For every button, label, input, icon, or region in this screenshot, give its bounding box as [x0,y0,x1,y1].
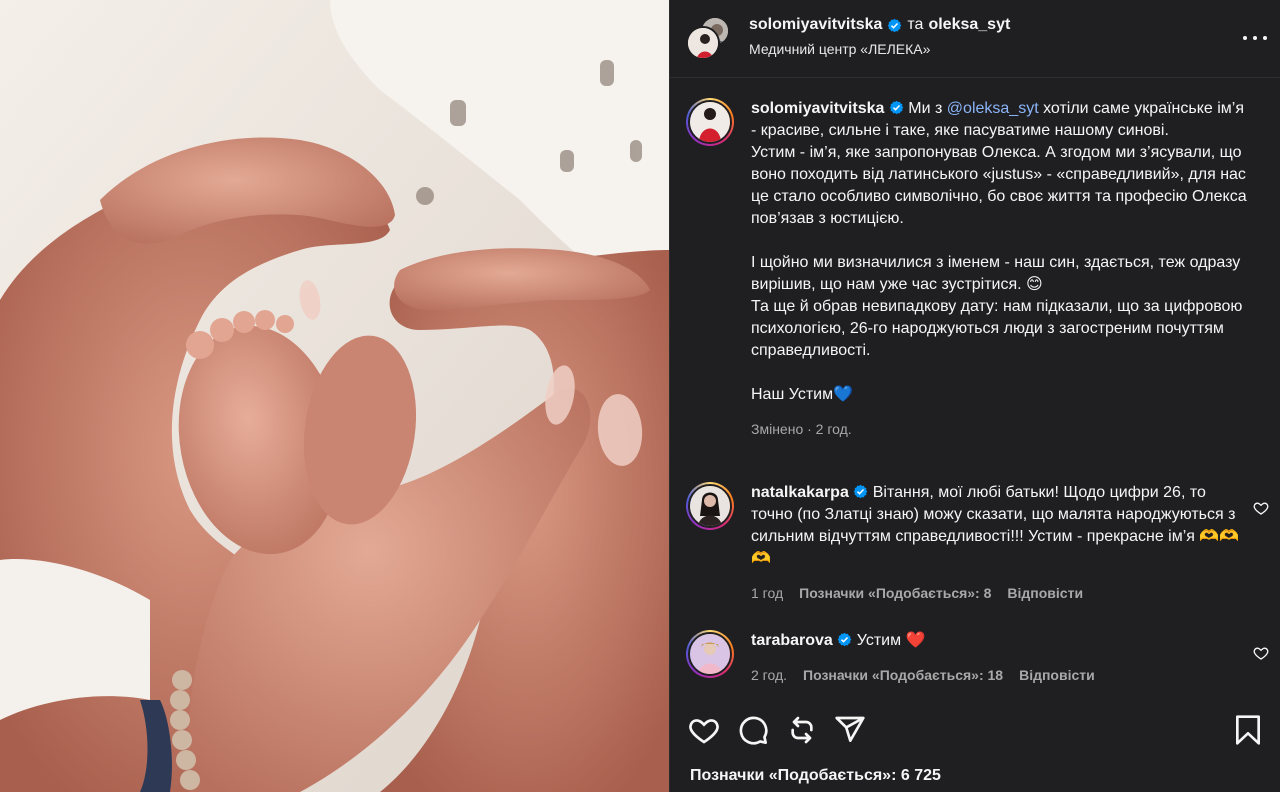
reply-button[interactable]: Відповісти [1007,582,1083,604]
caption-username[interactable]: solomiyavitvitska [751,100,884,117]
comment-body: Устим ❤️ [852,632,926,649]
comment-like-heart-icon[interactable] [1253,645,1269,661]
comment-avatar[interactable] [686,630,734,678]
verified-badge-icon [854,484,868,499]
comment-icon[interactable] [737,714,769,746]
post-header: solomiyavitvitska та oleksa_syt Медичний… [670,0,1280,78]
likes-count[interactable]: Позначки «Подобається»: 6 725 [690,767,941,785]
caption-paragraph-5: Наш Устим💙 [751,386,854,403]
comment-username[interactable]: natalkakarpa [751,484,849,501]
header-username-1[interactable]: solomiyavitvitska [749,16,882,34]
comment-username[interactable]: tarabarova [751,632,833,649]
avatar-solomiyavitvitska[interactable] [686,26,720,60]
comment-likes[interactable]: Позначки «Подобається»: 18 [803,664,1003,686]
more-options-icon[interactable] [1243,28,1267,48]
comment-likes[interactable]: Позначки «Подобається»: 8 [799,582,991,604]
heart-icon[interactable] [688,714,720,746]
verified-badge-icon [888,18,902,32]
caption-paragraph-4: Та ще й обрав невипадкову дату: нам підк… [751,298,1243,359]
caption-text-start: Ми з [903,100,947,117]
bookmark-icon[interactable] [1232,714,1264,746]
caption-paragraph-3: І щойно ми визначилися з іменем - наш си… [751,254,1241,293]
action-bar [670,714,1280,754]
share-icon[interactable] [834,714,866,746]
post-side-panel: solomiyavitvitska та oleksa_syt Медичний… [669,0,1280,792]
location-link[interactable]: Медичний центр «ЛЕЛЕКА» [749,41,930,57]
comment-time: 2 год. [751,667,788,683]
collab-avatars[interactable] [686,16,730,60]
comment-text: tarabarova Устим ❤️ 2 год. Позначки «Под… [751,630,1251,686]
baby-feet-hands-photo [0,0,669,792]
comment-like-heart-icon[interactable] [1253,500,1269,516]
reply-button[interactable]: Відповісти [1019,664,1095,686]
repost-icon[interactable] [786,714,818,746]
post-viewer: solomiyavitvitska та oleksa_syt Медичний… [0,0,1280,792]
header-usernames: solomiyavitvitska та oleksa_syt [749,16,1010,34]
post-photo[interactable] [0,0,669,792]
comment-time: 1 год [751,585,784,601]
header-username-2[interactable]: oleksa_syt [928,16,1010,34]
mention-link[interactable]: @oleksa_syt [947,100,1039,117]
caption-edited-time: Змінено · 2 год. [751,421,852,437]
caption-paragraph-2: Устим - ім’я, яке запропонував Олекса. А… [751,144,1247,227]
caption-text: solomiyavitvitska Ми з @oleksa_syt хотіл… [751,98,1251,440]
verified-badge-icon [889,100,904,115]
caption-avatar[interactable] [686,98,734,146]
comments-feed[interactable]: solomiyavitvitska Ми з @oleksa_syt хотіл… [670,78,1280,696]
header-conjunction: та [907,16,924,33]
comment-avatar[interactable] [686,482,734,530]
verified-badge-icon [838,632,852,647]
comment-text: natalkakarpa Вітання, мої любі батьки! Щ… [751,482,1251,604]
